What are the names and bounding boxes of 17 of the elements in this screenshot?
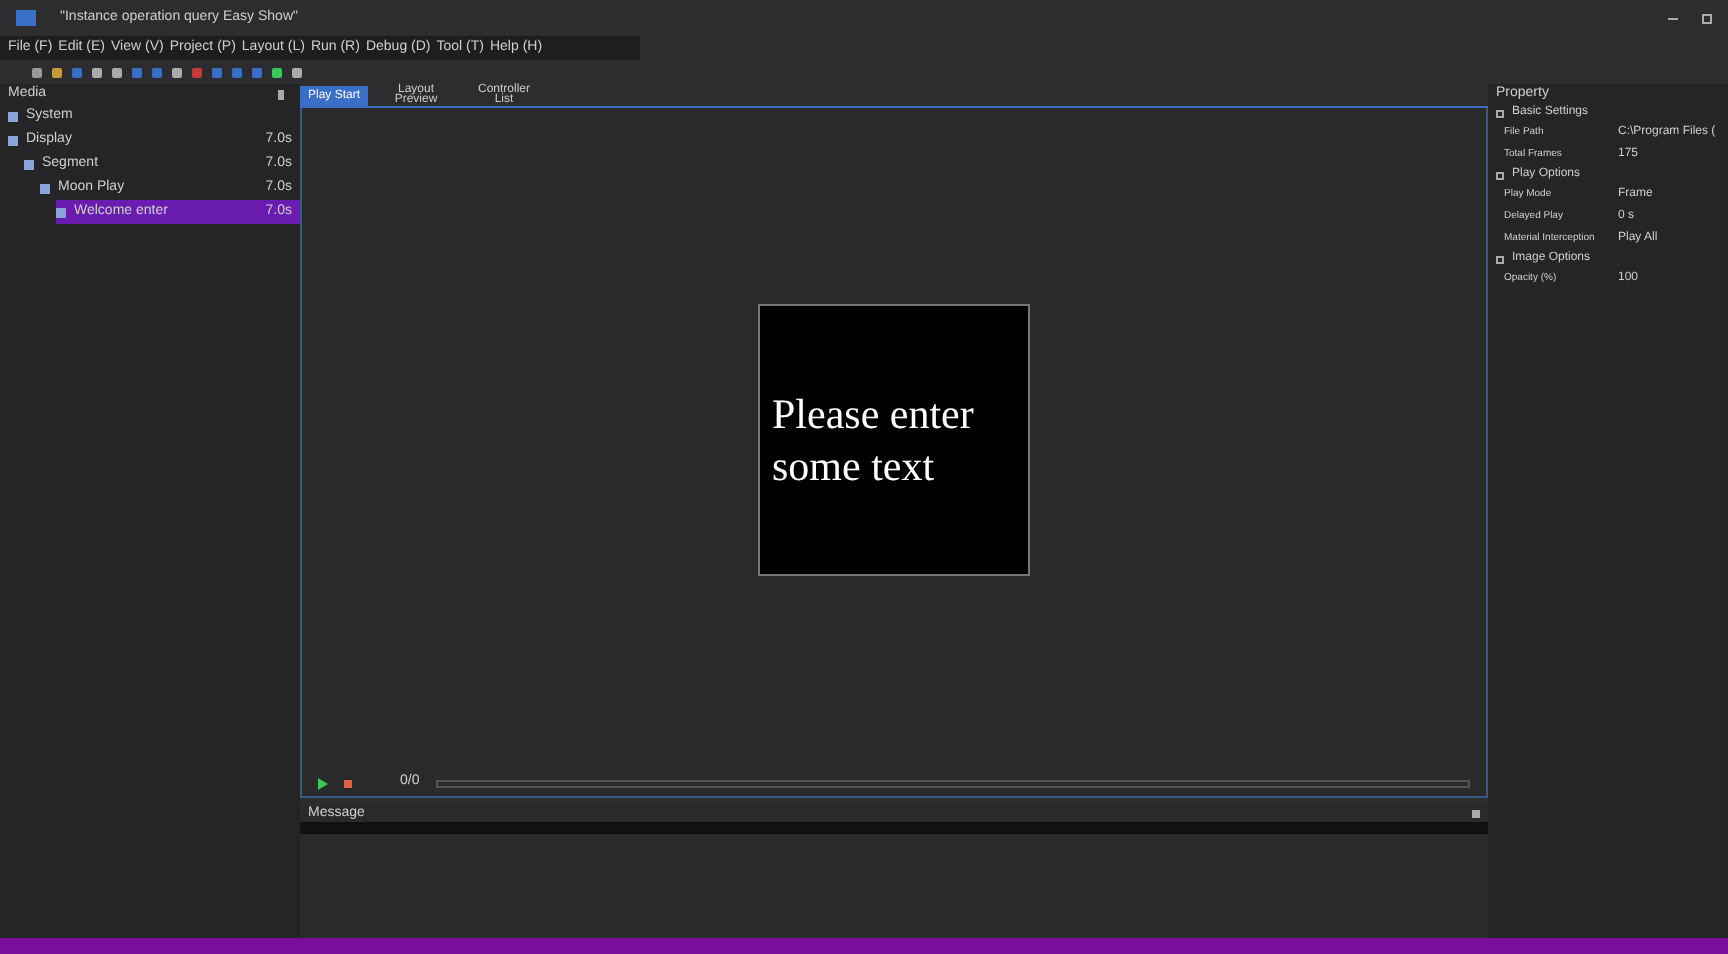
collapse-icon[interactable] xyxy=(1496,255,1504,263)
text-element[interactable]: Please enter some text xyxy=(758,303,1030,575)
progress-track[interactable] xyxy=(435,779,1470,787)
stop-icon[interactable] xyxy=(344,779,352,787)
pin-icon[interactable] xyxy=(278,89,284,99)
node-icon xyxy=(40,183,50,193)
play-icon[interactable] xyxy=(318,777,328,789)
app-icon xyxy=(16,10,36,26)
minimize-icon[interactable] xyxy=(1668,17,1678,19)
node-icon xyxy=(56,207,66,217)
maximize-icon[interactable] xyxy=(1702,13,1712,23)
canvas-text: Please enter some text xyxy=(772,387,976,491)
collapse-icon[interactable] xyxy=(1496,109,1504,117)
node-icon xyxy=(8,135,18,145)
node-icon xyxy=(8,111,18,121)
collapse-icon[interactable] xyxy=(1496,171,1504,179)
node-icon xyxy=(24,159,34,169)
